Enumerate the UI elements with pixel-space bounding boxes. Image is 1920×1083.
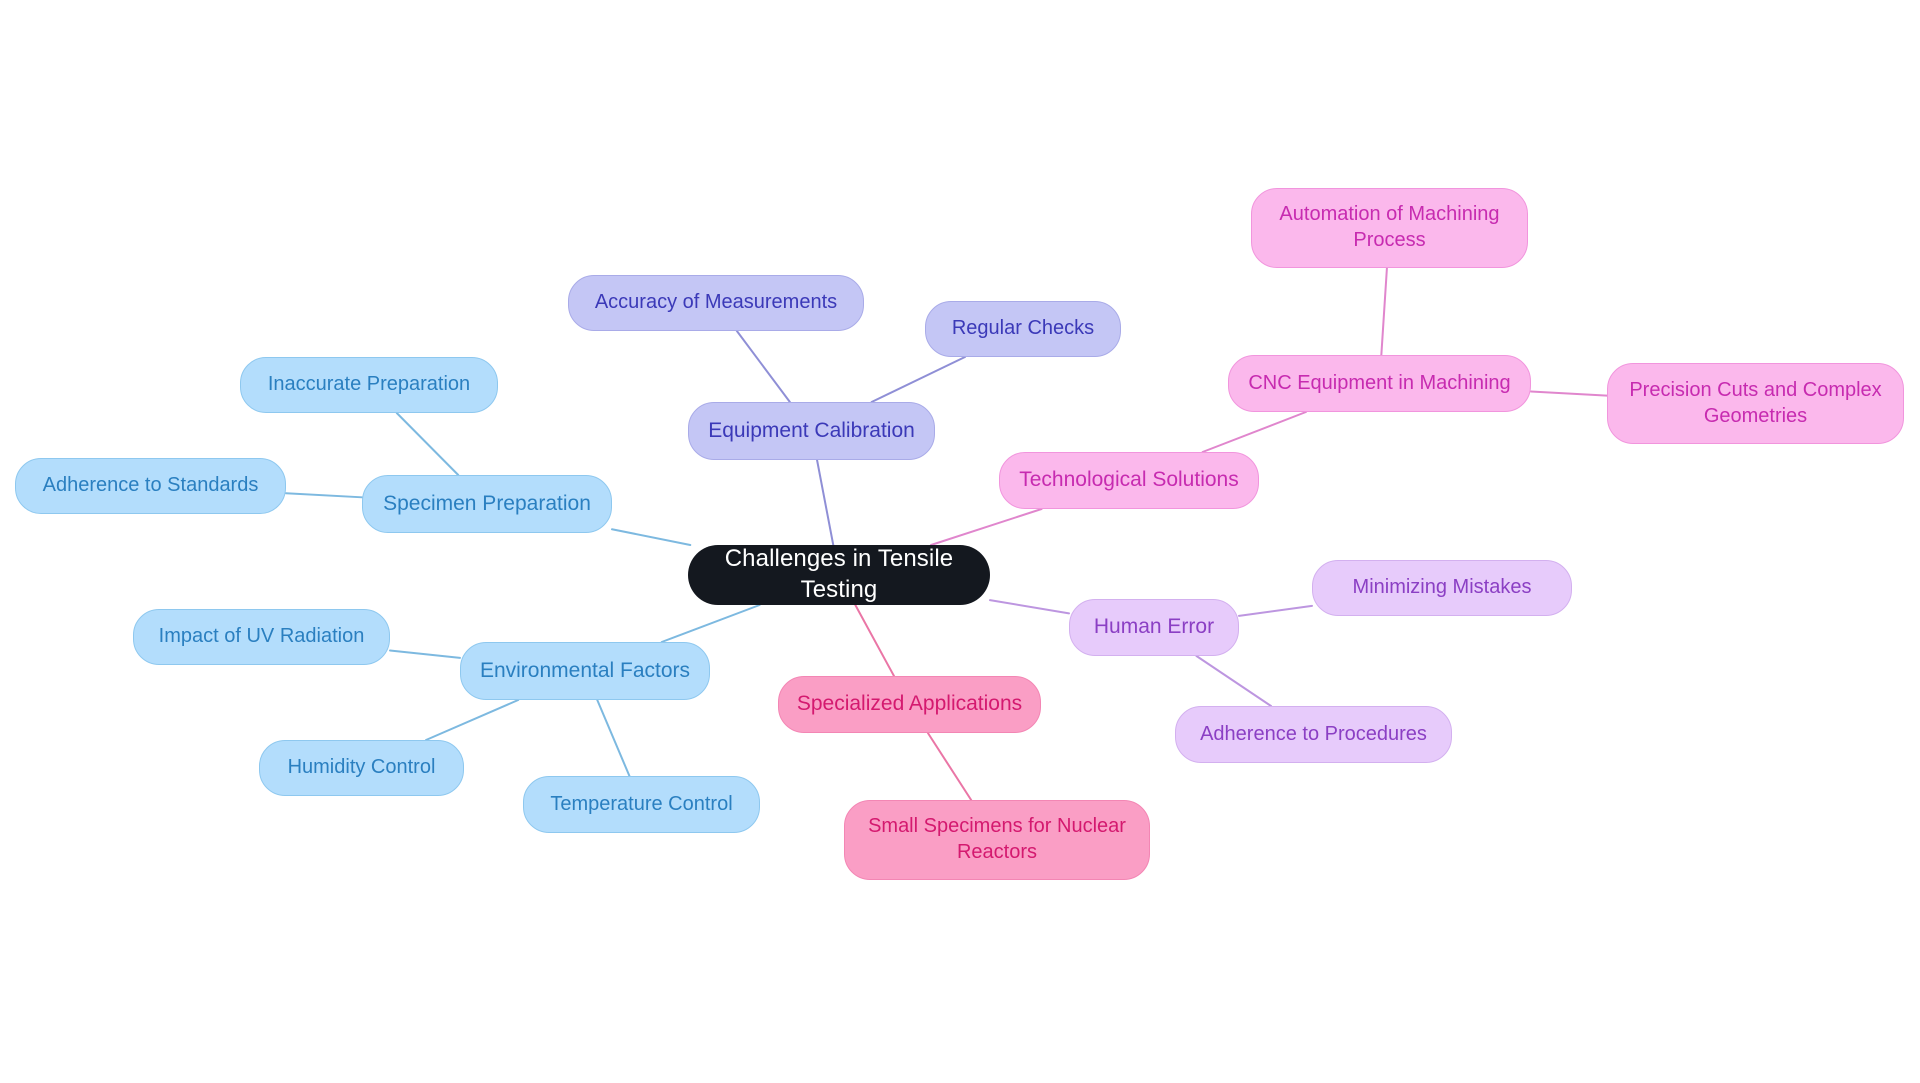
mindmap-edge: [1238, 604, 1313, 617]
mindmap-edge: [395, 412, 460, 476]
mindmap-node-impact-of-uv-radiation[interactable]: Impact of UV Radiation: [133, 609, 390, 665]
mindmap-edge: [854, 604, 895, 677]
mindmap-node-specimen-preparation[interactable]: Specimen Preparation: [362, 475, 612, 533]
mindmap-node-regular-checks[interactable]: Regular Checks: [925, 301, 1121, 357]
mindmap-node-environmental-factors[interactable]: Environmental Factors: [460, 642, 710, 700]
mindmap-node-cnc-equipment-in-machining[interactable]: CNC Equipment in Machining: [1228, 355, 1531, 412]
mindmap-root-node[interactable]: Challenges in Tensile Testing: [688, 545, 990, 605]
mindmap-node-human-error[interactable]: Human Error: [1069, 599, 1239, 656]
mindmap-edge: [660, 604, 761, 643]
mindmap-node-humidity-control[interactable]: Humidity Control: [259, 740, 464, 796]
mindmap-edge: [870, 356, 966, 403]
mindmap-edge: [1201, 411, 1307, 453]
mindmap-edge: [611, 528, 692, 546]
mindmap-edge: [1195, 655, 1273, 707]
mindmap-node-accuracy-of-measurements[interactable]: Accuracy of Measurements: [568, 275, 864, 331]
mindmap-edge-layer: [285, 267, 1608, 801]
mindmap-node-precision-cuts-and-complex-geometries[interactable]: Precision Cuts and Complex Geometries: [1607, 363, 1904, 444]
mindmap-node-adherence-to-procedures[interactable]: Adherence to Procedures: [1175, 706, 1452, 763]
mindmap-node-adherence-to-standards[interactable]: Adherence to Standards: [15, 458, 286, 514]
mindmap-node-automation-of-machining-process[interactable]: Automation of Machining Process: [1251, 188, 1528, 268]
mindmap-edge: [930, 508, 1043, 546]
mindmap-node-technological-solutions[interactable]: Technological Solutions: [999, 452, 1259, 509]
mindmap-node-minimizing-mistakes[interactable]: Minimizing Mistakes: [1312, 560, 1572, 616]
mindmap-edge: [735, 330, 791, 403]
mindmap-node-temperature-control[interactable]: Temperature Control: [523, 776, 760, 833]
mindmap-edge: [389, 649, 461, 659]
mindmap-edge: [926, 732, 973, 801]
mindmap-edge: [816, 459, 835, 546]
mindmap-node-inaccurate-preparation[interactable]: Inaccurate Preparation: [240, 357, 498, 413]
mindmap-node-specialized-applications[interactable]: Specialized Applications: [778, 676, 1041, 733]
mindmap-canvas: Challenges in Tensile Testing Specimen Pr…: [0, 0, 1920, 1083]
mindmap-edge: [1380, 267, 1388, 356]
mindmap-edge: [1530, 390, 1608, 397]
mindmap-node-small-specimens-for-nuclear-reactors[interactable]: Small Specimens for Nuclear Reactors: [844, 800, 1150, 880]
mindmap-edge: [425, 699, 520, 741]
mindmap-node-equipment-calibration[interactable]: Equipment Calibration: [688, 402, 935, 460]
mindmap-edge: [285, 492, 363, 499]
mindmap-edge: [989, 599, 1070, 615]
mindmap-edge: [596, 699, 631, 777]
